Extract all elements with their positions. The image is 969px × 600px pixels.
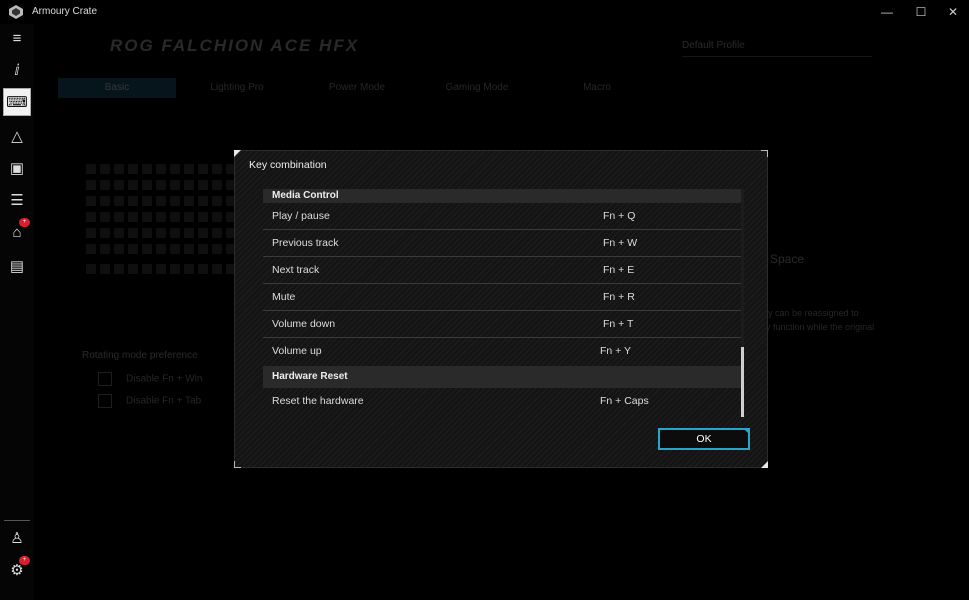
list-item: Volume up Fn + Y — [263, 338, 741, 364]
ok-button[interactable]: OK — [658, 428, 750, 450]
title-bar: Armoury Crate — ☐ ✕ — [0, 0, 969, 24]
news-icon[interactable]: ▤ — [3, 252, 31, 280]
menu-icon[interactable]: ≡ — [3, 24, 31, 52]
pref-title: Rotating mode preference — [82, 350, 198, 361]
aura-icon[interactable]: △ — [3, 122, 31, 150]
key-combo: Fn + W — [603, 237, 638, 249]
tab-lighting-pro[interactable]: Lighting Pro — [178, 78, 296, 98]
ok-button-label: OK — [696, 433, 712, 445]
device-tabs: Basic Lighting Pro Power Mode Gaming Mod… — [58, 78, 658, 100]
keyboard-icon[interactable]: ⌨ — [3, 88, 31, 116]
notification-badge: + — [19, 218, 30, 227]
action-label: Mute — [272, 291, 296, 303]
key-combo: Fn + Q — [603, 210, 636, 222]
action-label: Reset the hardware — [272, 395, 364, 407]
key-combo: Fn + Y — [600, 345, 632, 357]
list-item: Next track Fn + E — [263, 257, 741, 284]
action-label: Volume down — [272, 318, 336, 330]
settings-sliders-icon[interactable]: ☰ — [3, 186, 31, 214]
dialog-corner-bracket — [761, 150, 768, 157]
info-icon[interactable]: ⅈ — [3, 56, 31, 84]
list-item: Mute Fn + R — [263, 284, 741, 311]
dialog-corner-accent — [234, 150, 241, 157]
game-library-icon[interactable]: ▣ — [3, 154, 31, 182]
section-header-media-control: Media Control — [263, 189, 741, 203]
key-combination-list[interactable]: Media Control Play / pause Fn + Q Previo… — [263, 189, 741, 419]
deals-tag-icon[interactable]: ⌂ + — [3, 218, 31, 246]
tab-macro[interactable]: Macro — [538, 78, 656, 98]
key-combo: Fn + E — [603, 264, 635, 276]
list-scrollbar[interactable] — [741, 189, 744, 417]
action-label: Play / pause — [272, 210, 330, 222]
dialog-corner-bracket — [234, 461, 241, 468]
pref-option-label: Disable Fn + Tab — [126, 395, 202, 407]
list-item: Previous track Fn + W — [263, 230, 741, 257]
action-label: Next track — [272, 264, 320, 276]
close-button[interactable]: ✕ — [938, 2, 968, 22]
profile-select[interactable]: Default Profile — [682, 36, 872, 57]
tab-power-mode[interactable]: Power Mode — [298, 78, 416, 98]
list-item: Volume down Fn + T — [263, 311, 741, 338]
action-label: Previous track — [272, 237, 339, 249]
user-icon[interactable]: ♙ — [3, 524, 31, 552]
device-title: ROG FALCHION ACE HFX — [110, 36, 360, 55]
checkbox[interactable] — [98, 394, 112, 408]
tab-basic[interactable]: Basic — [58, 78, 176, 98]
action-label: Volume up — [272, 345, 322, 357]
key-label: Space — [770, 252, 805, 266]
scrollbar-thumb[interactable] — [741, 347, 744, 417]
app-logo-icon — [9, 5, 23, 19]
button-corner-accent — [743, 428, 750, 435]
key-combo: Fn + Caps — [600, 395, 649, 407]
key-combo: Fn + T — [603, 318, 634, 330]
checkbox[interactable] — [98, 372, 112, 386]
section-header-hardware-reset: Hardware Reset — [263, 366, 741, 388]
list-item: Play / pause Fn + Q — [263, 203, 741, 230]
tab-gaming-mode[interactable]: Gaming Mode — [418, 78, 536, 98]
minimize-button[interactable]: — — [872, 2, 902, 22]
key-combination-dialog: Key combination Media Control Play / pau… — [234, 150, 768, 468]
key-combo: Fn + R — [603, 291, 635, 303]
app-title: Armoury Crate — [32, 6, 98, 17]
list-item: Reset the hardware Fn + Caps — [263, 388, 741, 414]
notification-badge: + — [19, 556, 30, 565]
dialog-title: Key combination — [249, 159, 327, 171]
settings-gear-icon[interactable]: ⚙ + — [3, 556, 31, 584]
dialog-corner-accent — [761, 461, 768, 468]
pref-option-label: Disable Fn + Win — [126, 373, 203, 385]
maximize-button[interactable]: ☐ — [906, 2, 936, 22]
sidebar-divider — [4, 520, 30, 521]
sidebar: ≡ ⅈ ⌨ △ ▣ ☰ ⌂ + ▤ ♙ ⚙ + — [0, 24, 34, 600]
